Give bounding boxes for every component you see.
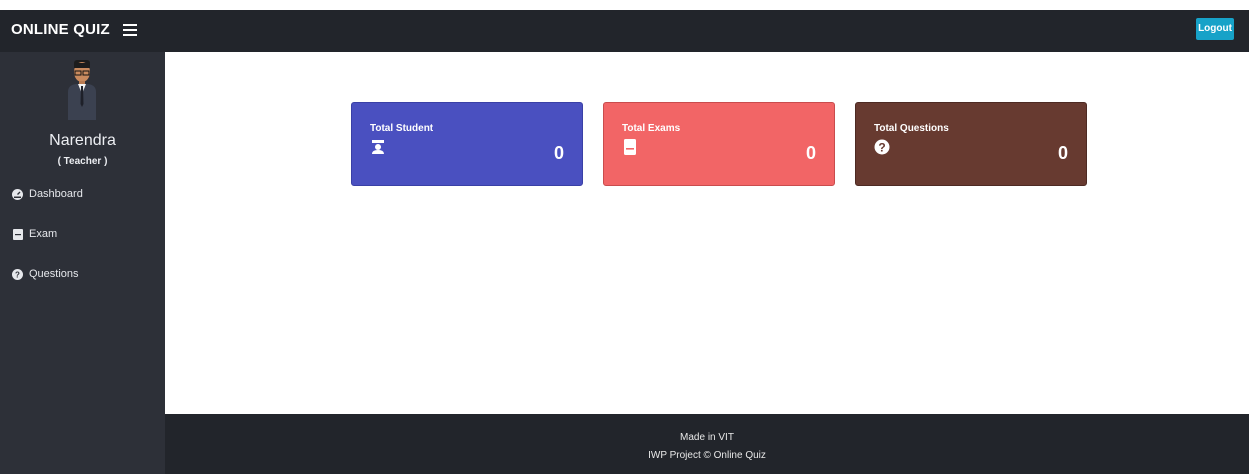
svg-text:?: ? — [878, 141, 885, 155]
dashboard-main: Total Student 0 Total Exams 0 Total Ques… — [165, 52, 1249, 414]
svg-text:?: ? — [15, 270, 20, 279]
avatar — [68, 60, 96, 120]
sidebar: Narendra ( Teacher ) Dashboard Exam ? Qu… — [0, 52, 165, 474]
student-count: 0 — [553, 143, 564, 163]
user-role: ( Teacher ) — [57, 156, 108, 167]
question-circle-icon: ? — [874, 139, 890, 155]
book-icon — [624, 139, 636, 155]
sidebar-item-questions[interactable]: ? Questions — [12, 264, 152, 284]
sidebar-item-exam[interactable]: Exam — [12, 224, 152, 244]
sidebar-item-dashboard[interactable]: Dashboard — [12, 184, 152, 204]
top-margin — [0, 0, 1249, 10]
total-student-card[interactable]: Total Student 0 — [351, 102, 583, 186]
hamburger-menu-icon[interactable] — [123, 23, 137, 37]
card-title: Total Exams — [622, 123, 681, 134]
card-title: Total Questions — [874, 123, 949, 134]
book-icon — [12, 228, 23, 240]
footer-made-in: Made in VIT — [680, 432, 734, 443]
question-circle-icon: ? — [12, 268, 23, 280]
sidebar-item-label: Questions — [29, 268, 79, 280]
sidebar-item-label: Exam — [29, 228, 58, 240]
total-exams-card[interactable]: Total Exams 0 — [603, 102, 835, 186]
top-navbar: ONLINE QUIZ Logout — [0, 10, 1249, 52]
exam-count: 0 — [805, 143, 816, 163]
sidebar-item-label: Dashboard — [29, 188, 83, 200]
dashboard-icon — [12, 188, 23, 200]
footer: Made in VIT IWP Project © Online Quiz — [165, 414, 1249, 474]
logout-button[interactable]: Logout — [1196, 18, 1234, 40]
total-questions-card[interactable]: Total Questions ? 0 — [855, 102, 1087, 186]
user-name: Narendra — [49, 132, 116, 149]
footer-copyright: IWP Project © Online Quiz — [648, 450, 766, 461]
question-count: 0 — [1057, 143, 1068, 163]
graduation-icon — [372, 140, 384, 154]
card-title: Total Student — [370, 123, 434, 134]
brand-title: ONLINE QUIZ — [11, 21, 110, 38]
